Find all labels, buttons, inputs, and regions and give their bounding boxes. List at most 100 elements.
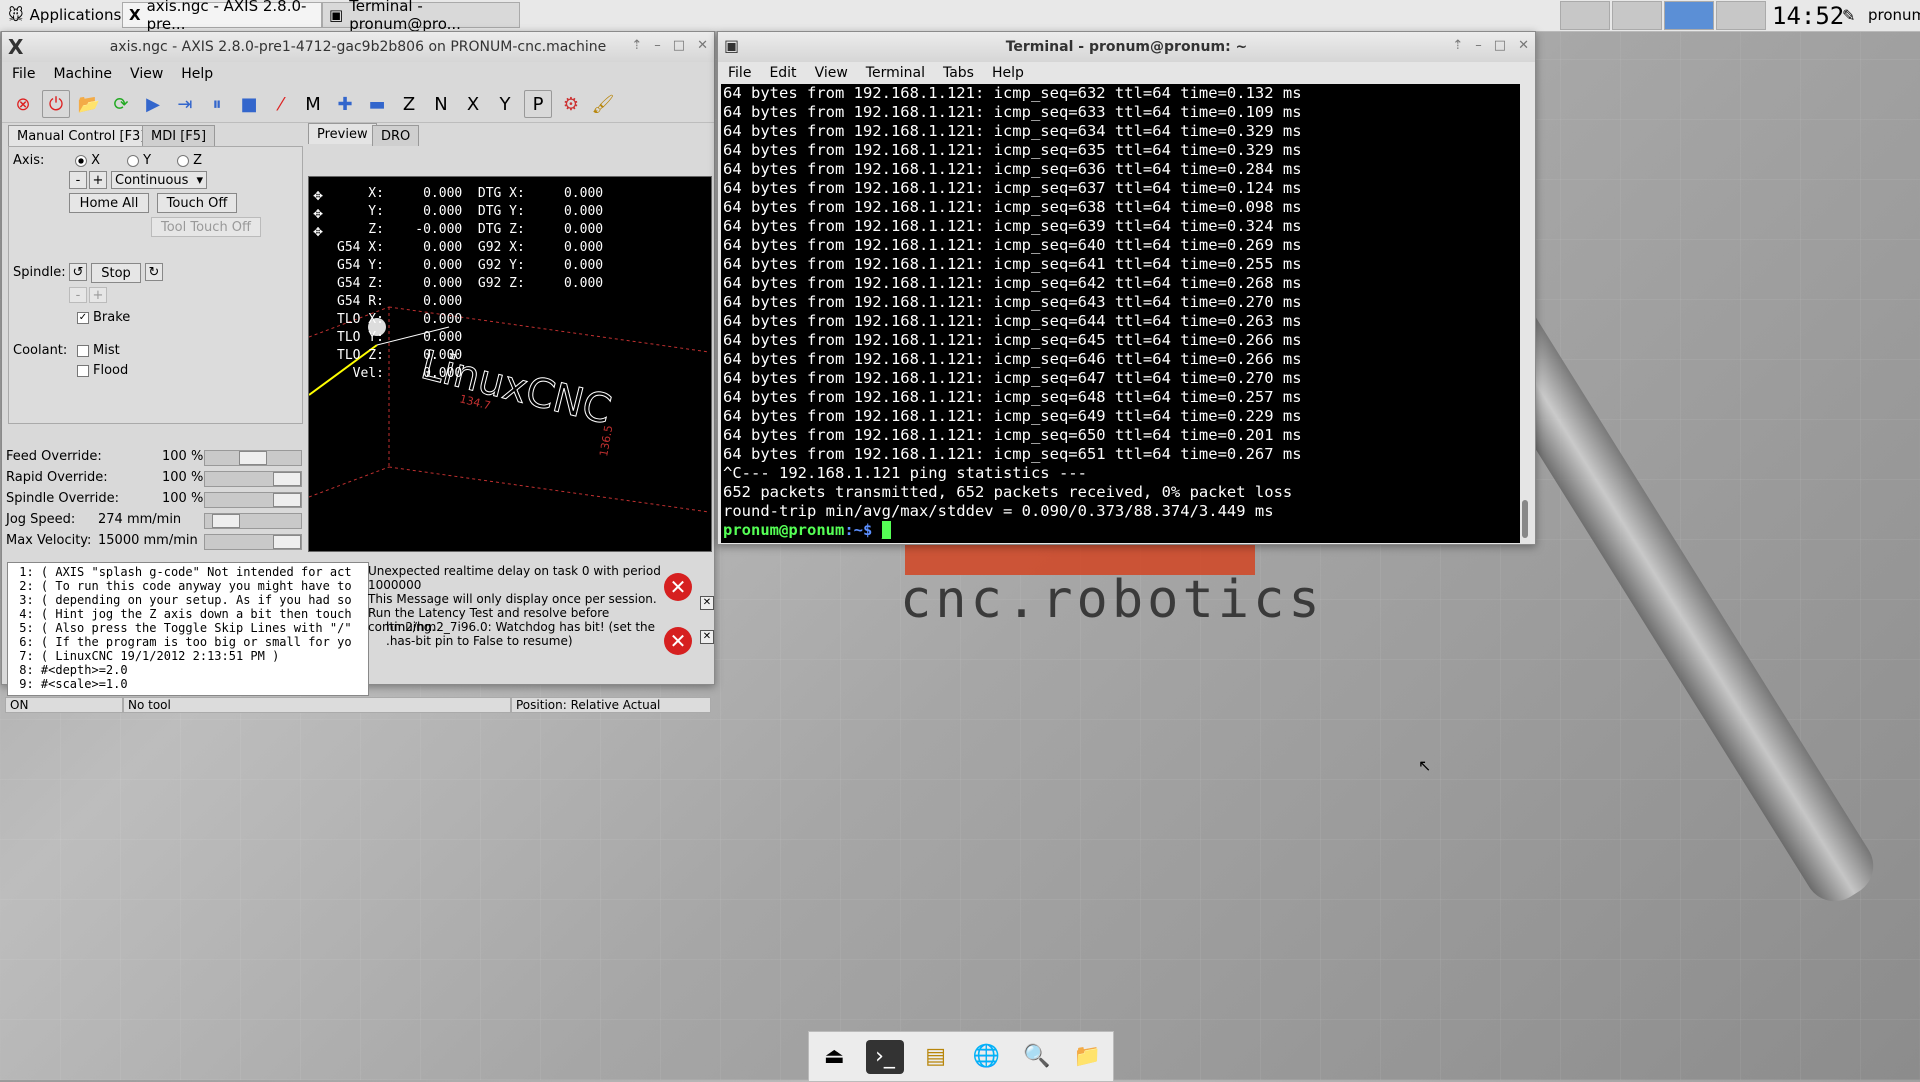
menu-view[interactable]: View — [130, 66, 163, 82]
spindle-stop-button[interactable]: Stop — [91, 263, 141, 283]
gcode-preview[interactable]: LinuxCNC 134.7 136.5 ✥ ✥ ✥ X: 0.000 DTG X:… — [308, 176, 712, 552]
dismiss-message-1-button[interactable]: ✕ — [664, 573, 692, 601]
gcode-line[interactable]: 3: ( depending on your setup. As if you … — [12, 593, 364, 607]
override-slider[interactable] — [204, 450, 302, 466]
terminal-close-icon[interactable]: ✕ — [1518, 38, 1529, 53]
clear-plot-icon[interactable]: 🖌 — [590, 91, 616, 117]
terminal-maximize-icon[interactable]: □ — [1494, 38, 1506, 53]
stop-icon[interactable]: ■ — [236, 91, 262, 117]
terminal-scrollbar[interactable] — [1522, 500, 1528, 538]
terminal-menu-edit[interactable]: Edit — [769, 65, 796, 81]
terminal-menu-help[interactable]: Help — [992, 65, 1024, 81]
gcode-line[interactable]: 1: ( AXIS "splash g-code" Not intended f… — [12, 565, 364, 579]
task-axis[interactable]: X axis.ngc - AXIS 2.8.0-pre... — [122, 0, 322, 33]
brake-checkbox[interactable]: ✓ — [77, 312, 89, 324]
workspace-4[interactable] — [1716, 1, 1766, 30]
override-slider[interactable] — [204, 534, 302, 550]
slider-knob[interactable] — [273, 535, 301, 549]
axis-radio-z[interactable]: Z — [177, 153, 202, 168]
flood-checkbox[interactable] — [77, 365, 89, 377]
task-terminal[interactable]: ▣ Terminal - pronum@pro... — [322, 0, 520, 33]
panel-user[interactable]: pronum — [1868, 6, 1920, 24]
gcode-line[interactable]: 5: ( Also press the Toggle Skip Lines wi… — [12, 621, 364, 635]
override-slider[interactable] — [204, 471, 302, 487]
terminal-launcher-icon[interactable]: ›_ — [865, 1039, 904, 1074]
terminal-menu-terminal[interactable]: Terminal — [866, 65, 925, 81]
gcode-line[interactable]: 7: ( LinuxCNC 19/1/2012 2:13:51 PM ) — [12, 649, 364, 663]
tab-mdi[interactable]: MDI [F5] — [142, 125, 216, 146]
slider-knob[interactable] — [212, 514, 240, 528]
slider-knob[interactable] — [273, 472, 301, 486]
dismiss-message-2-button[interactable]: ✕ — [664, 627, 692, 655]
step-icon[interactable]: ⇥ — [172, 91, 198, 117]
slider-knob[interactable] — [239, 451, 267, 465]
gcode-line[interactable]: 4: ( Hint jog the Z axis down a bit then… — [12, 607, 364, 621]
menu-machine[interactable]: Machine — [53, 66, 112, 82]
estop-icon[interactable]: ⊗ — [10, 91, 36, 117]
workspace-2[interactable] — [1612, 1, 1662, 30]
zoom-in-icon[interactable]: ✚ — [332, 91, 358, 117]
view-y-icon[interactable]: Y — [492, 91, 518, 117]
tab-manual-control[interactable]: Manual Control [F3] — [8, 125, 155, 146]
gcode-line[interactable]: 2: ( To run this code anyway you might h… — [12, 579, 364, 593]
rotate-view-icon[interactable]: ⚙ — [558, 91, 584, 117]
slider-knob[interactable] — [273, 493, 301, 507]
view-z2-icon[interactable]: N — [428, 91, 454, 117]
menu-help[interactable]: Help — [181, 66, 213, 82]
shade-icon[interactable]: ⇡ — [631, 38, 642, 53]
close-icon[interactable]: ✕ — [697, 38, 708, 53]
view-x-icon[interactable]: X — [460, 91, 486, 117]
file-manager-launcher-icon[interactable]: ▤ — [917, 1040, 955, 1074]
spindle-ccw-icon[interactable]: ↺ — [69, 263, 87, 281]
close-message-1-icon[interactable]: ✕ — [700, 596, 714, 610]
minimize-icon[interactable]: – — [654, 38, 661, 53]
axis-radio-x[interactable]: X — [75, 153, 100, 168]
axis-titlebar[interactable]: X axis.ngc - AXIS 2.8.0-pre1-4712-gac9b2… — [2, 32, 714, 62]
terminal-titlebar[interactable]: ▣ Terminal - pronum@pronum: ~ ⇡ – □ ✕ — [718, 32, 1535, 62]
workspace-1[interactable] — [1560, 1, 1610, 30]
jog-plus-button[interactable]: + — [89, 171, 107, 189]
pause-icon[interactable]: ⏸ — [204, 91, 230, 117]
home-all-button[interactable]: Home All — [69, 193, 149, 213]
mist-checkbox[interactable] — [77, 345, 89, 357]
spindle-slower-button[interactable]: - — [69, 287, 87, 303]
reload-icon[interactable]: ⟳ — [108, 91, 134, 117]
power-icon[interactable]: ⏻ — [42, 90, 70, 118]
view-z-icon[interactable]: Z — [396, 91, 422, 117]
touch-off-button[interactable]: Touch Off — [157, 193, 237, 213]
skip-lines-icon[interactable]: ⁄ — [268, 91, 294, 117]
menu-file[interactable]: File — [12, 66, 35, 82]
gcode-listing[interactable]: 1: ( AXIS "splash g-code" Not intended f… — [7, 562, 369, 696]
open-file-icon[interactable]: 📂 — [76, 91, 102, 117]
terminal-shade-icon[interactable]: ⇡ — [1452, 38, 1463, 53]
override-slider[interactable] — [204, 513, 302, 529]
view-p-icon[interactable]: P — [524, 90, 552, 118]
jog-minus-button[interactable]: - — [69, 171, 87, 189]
workspace-3[interactable] — [1664, 1, 1714, 30]
folder-launcher-icon[interactable]: 📁 — [1069, 1040, 1107, 1074]
close-message-2-icon[interactable]: ✕ — [700, 630, 714, 644]
spindle-cw-icon[interactable]: ↻ — [145, 263, 163, 281]
axis-radio-y[interactable]: Y — [127, 153, 151, 168]
gcode-line[interactable]: 8: #<depth>=2.0 — [12, 663, 364, 677]
maximize-icon[interactable]: □ — [673, 38, 685, 53]
terminal-minimize-icon[interactable]: – — [1475, 38, 1482, 53]
tool-touch-off-button[interactable]: Tool Touch Off — [151, 217, 261, 237]
tab-preview[interactable]: Preview — [308, 123, 377, 144]
applications-menu[interactable]: 🐭 Applications — [2, 2, 127, 28]
search-launcher-icon[interactable]: 🔍 — [1018, 1040, 1056, 1074]
terminal-output[interactable]: 64 bytes from 192.168.1.121: icmp_seq=63… — [721, 84, 1520, 543]
run-icon[interactable]: ▶ — [140, 91, 166, 117]
terminal-menu-file[interactable]: File — [728, 65, 751, 81]
terminal-menu-view[interactable]: View — [815, 65, 848, 81]
tab-dro[interactable]: DRO — [372, 125, 420, 146]
show-desktop-icon[interactable]: ⏏ — [815, 1040, 853, 1074]
optional-stop-icon[interactable]: M — [300, 91, 326, 117]
zoom-out-icon[interactable]: ▬ — [364, 91, 390, 117]
network-icon[interactable]: ✎ — [1842, 6, 1855, 25]
gcode-line[interactable]: 6: ( If the program is too big or small … — [12, 635, 364, 649]
gcode-line[interactable]: 9: #<scale>=1.0 — [12, 677, 364, 691]
browser-launcher-icon[interactable]: 🌐 — [967, 1040, 1005, 1074]
spindle-faster-button[interactable]: + — [89, 287, 107, 303]
terminal-menu-tabs[interactable]: Tabs — [943, 65, 974, 81]
